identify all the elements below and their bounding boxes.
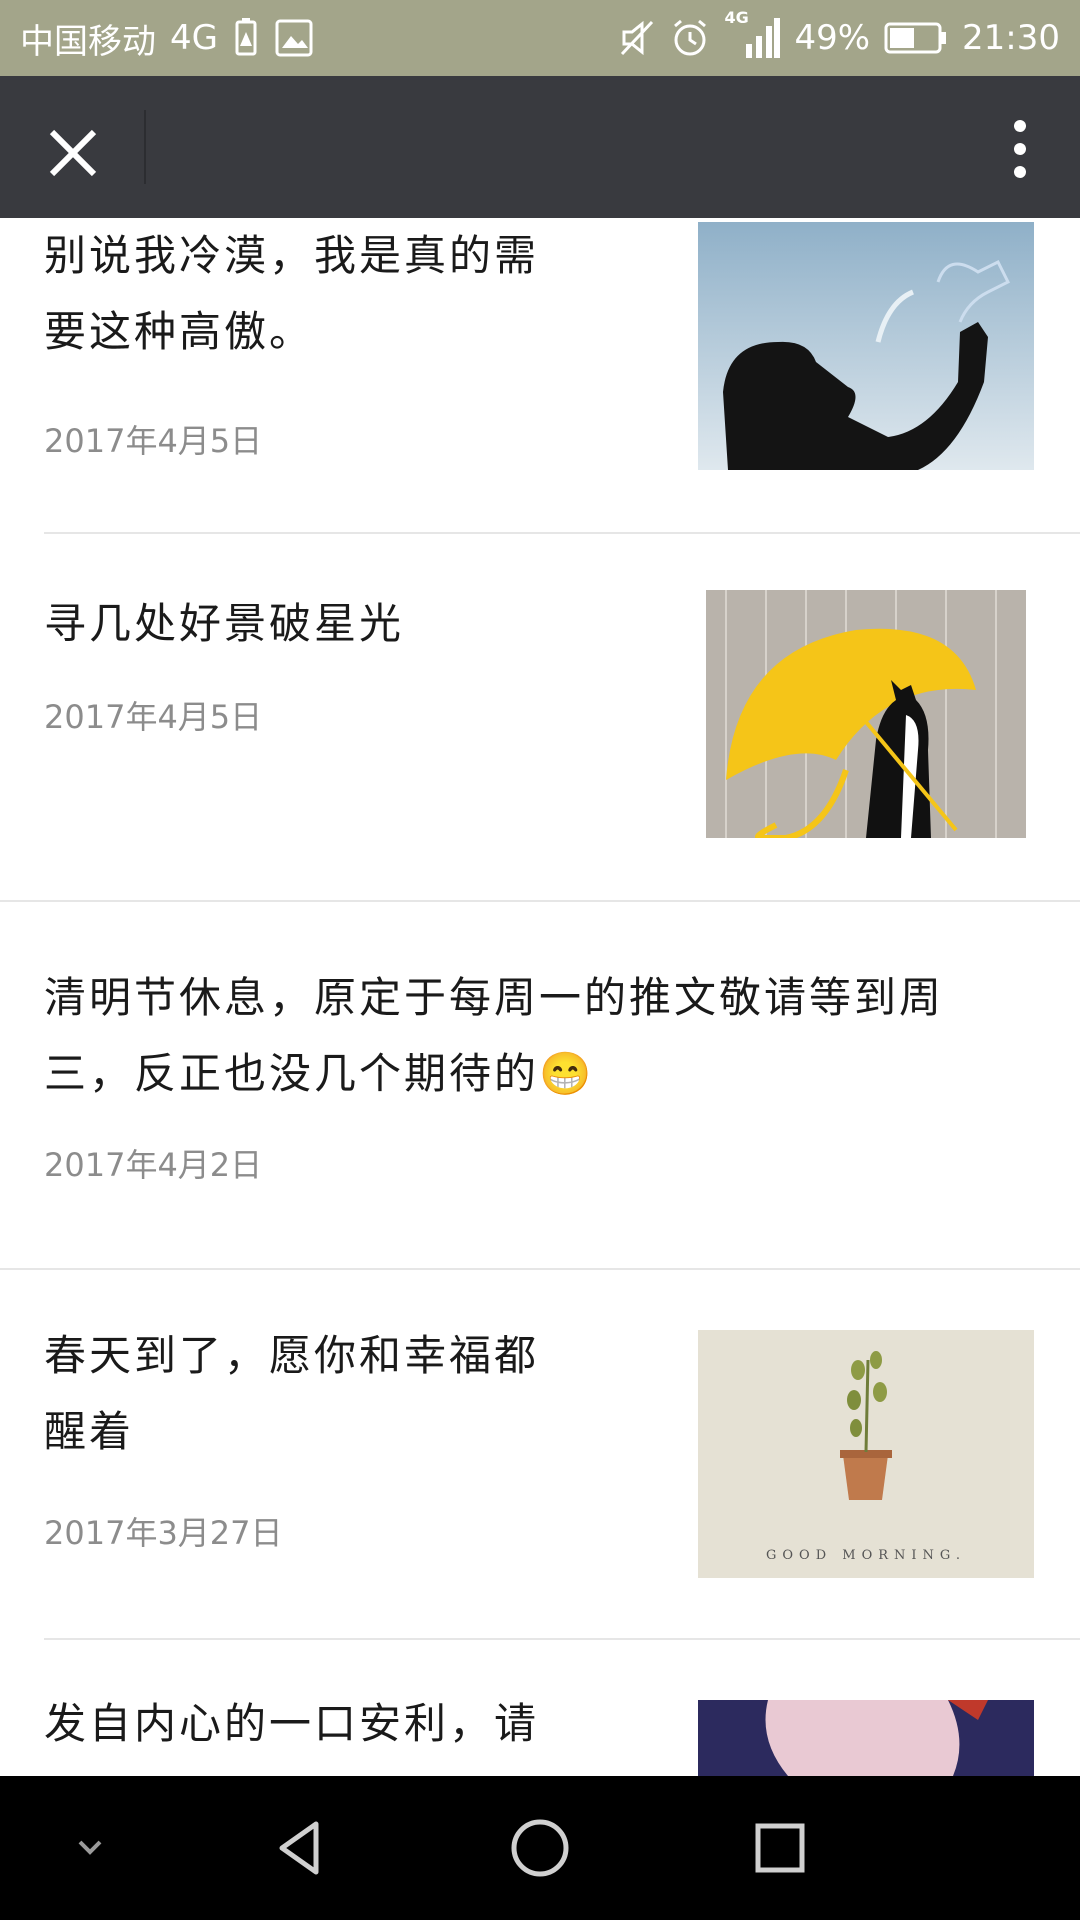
app-bar-divider — [144, 110, 146, 184]
article-date: 2017年3月27日 — [44, 1514, 283, 1552]
article-date: 2017年4月5日 — [44, 422, 263, 460]
silhouette-drinking-image — [698, 222, 1034, 470]
battery-saver-icon — [232, 18, 260, 58]
signal-network-label: 4G — [724, 8, 749, 27]
article-list: 别说我冷漠，我是真的需 要这种高傲。 2017年4月5日 寻几处好景破星光 20… — [0, 218, 1080, 1776]
cat-umbrella-image — [706, 590, 1026, 838]
list-item[interactable]: 春天到了，愿你和幸福都 醒着 2017年3月27日 GOOD MORNING. — [0, 1270, 1080, 1640]
list-item[interactable]: 别说我冷漠，我是真的需 要这种高傲。 2017年4月5日 — [0, 218, 1080, 534]
article-date: 2017年4月2日 — [44, 1146, 263, 1184]
article-title: 寻几处好景破星光 — [44, 599, 405, 648]
app-bar — [0, 76, 1080, 218]
illustration-image — [698, 1700, 1034, 1776]
list-item[interactable]: 寻几处好景破星光 2017年4月5日 — [0, 534, 1080, 902]
battery-percent: 49% — [794, 18, 871, 58]
clock: 21:30 — [962, 18, 1060, 58]
home-icon — [511, 1819, 569, 1877]
chevron-down-icon — [78, 1840, 102, 1855]
list-item[interactable]: 发自内心的一口安利，请 — [0, 1640, 1080, 1776]
recents-icon — [755, 1823, 805, 1873]
article-title: 发自内心的一口安利，请 — [44, 1699, 540, 1748]
recents-button[interactable] — [740, 1808, 820, 1888]
home-button[interactable] — [500, 1808, 580, 1888]
signal-icon: 4G — [724, 8, 781, 60]
network-label: 4G — [170, 18, 218, 58]
image-icon — [274, 18, 314, 58]
more-vertical-icon — [1014, 120, 1026, 178]
more-options-button[interactable] — [990, 114, 1050, 184]
article-thumbnail — [706, 590, 1026, 838]
close-icon — [49, 129, 97, 177]
collapse-button[interactable] — [50, 1808, 130, 1888]
navigation-bar — [0, 1776, 1080, 1920]
article-title: 别说我冷漠，我是真的需 要这种高傲。 — [44, 231, 540, 356]
article-thumbnail — [698, 1700, 1034, 1776]
close-button[interactable] — [38, 118, 108, 188]
article-thumbnail: GOOD MORNING. — [698, 1330, 1034, 1578]
thumbnail-caption: GOOD MORNING. — [766, 1548, 966, 1563]
mute-icon — [618, 18, 656, 58]
alarm-icon — [670, 18, 710, 58]
list-item[interactable]: 清明节休息，原定于每周一的推文敬请等到周 三，反正也没几个期待的😁 2017年4… — [0, 902, 1080, 1270]
potted-plant-image — [698, 1330, 1034, 1578]
article-thumbnail — [698, 222, 1034, 470]
battery-icon — [884, 21, 948, 55]
article-title: 清明节休息，原定于每周一的推文敬请等到周 三，反正也没几个期待的😁 — [44, 973, 945, 1098]
article-title: 春天到了，愿你和幸福都 醒着 — [44, 1331, 540, 1456]
carrier-label: 中国移动 — [20, 21, 156, 62]
back-icon — [279, 1821, 319, 1875]
status-bar: 中国移动 4G 4G 49% 21:30 — [0, 0, 1080, 76]
back-button[interactable] — [260, 1808, 340, 1888]
article-date: 2017年4月5日 — [44, 698, 263, 736]
